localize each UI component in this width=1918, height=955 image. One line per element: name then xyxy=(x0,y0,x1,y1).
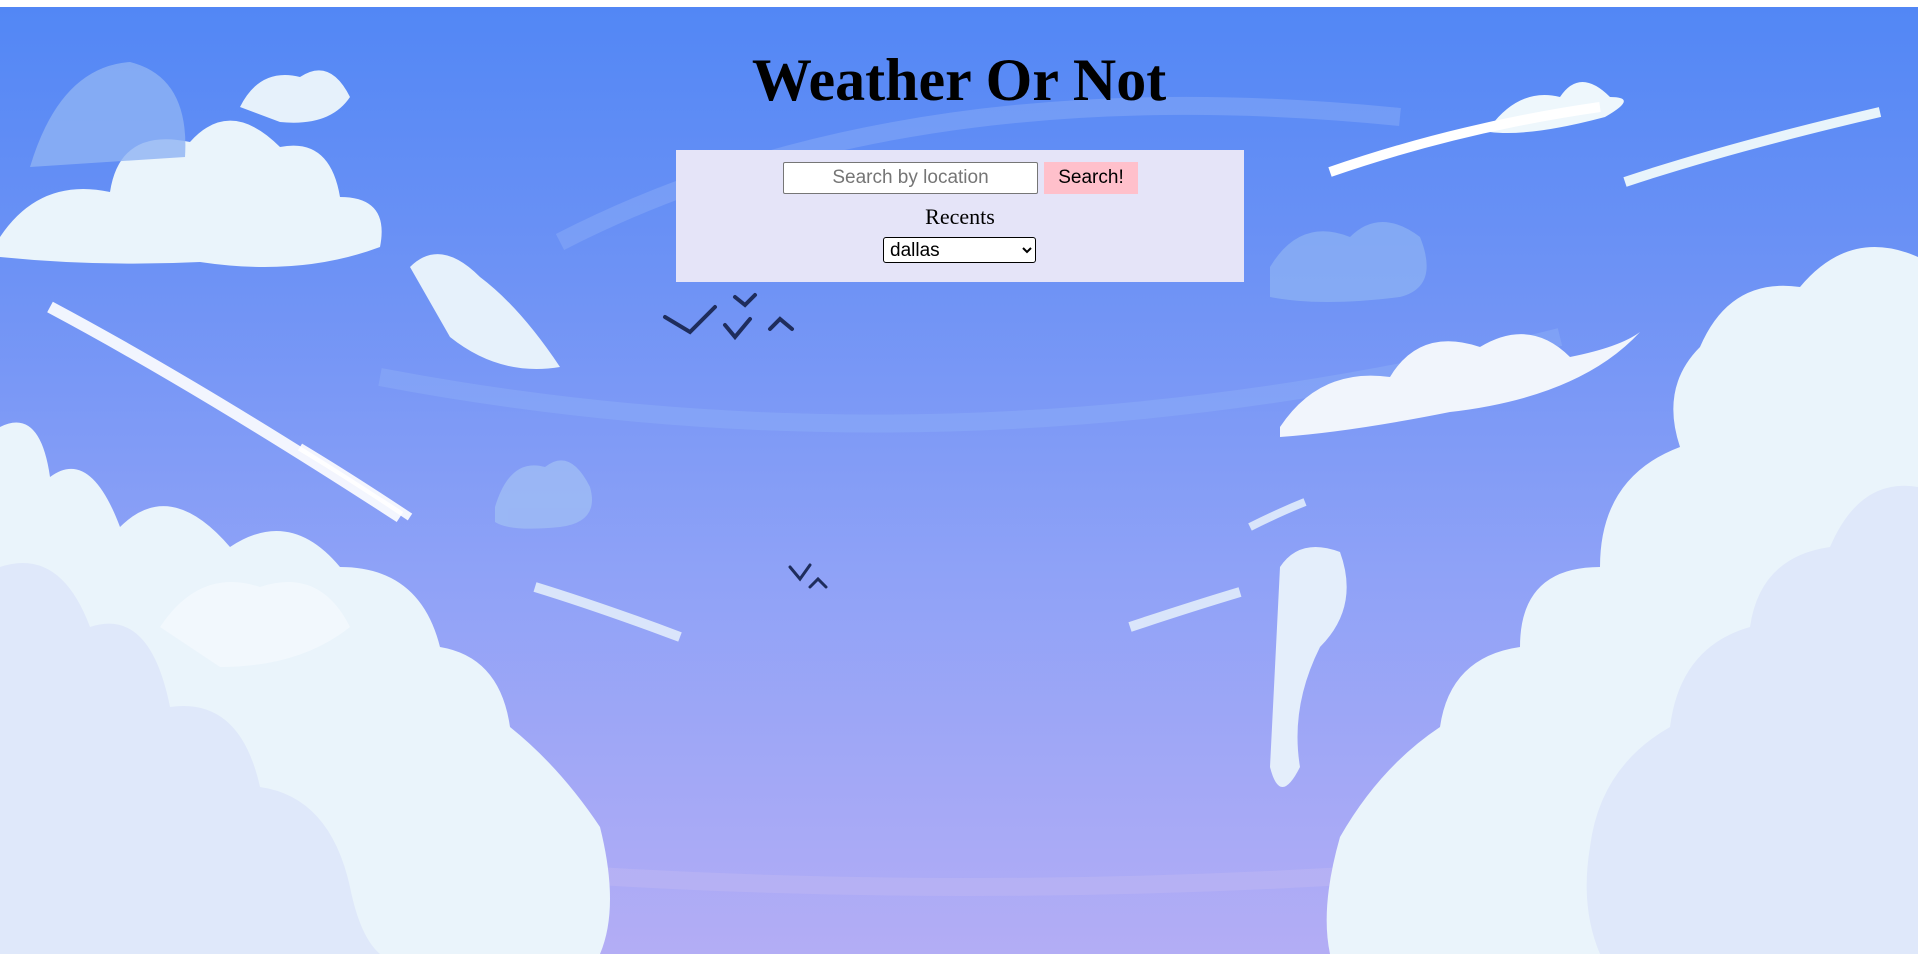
page-title: Weather Or Not xyxy=(751,47,1167,113)
cloud-cluster-top-left xyxy=(0,62,560,523)
birds xyxy=(663,293,828,589)
search-panel: Search! Recents dallas xyxy=(676,150,1244,282)
search-input[interactable] xyxy=(783,162,1038,194)
recents-select[interactable]: dallas xyxy=(883,237,1036,263)
recents-label: Recents xyxy=(925,204,995,229)
search-button[interactable]: Search! xyxy=(1044,162,1138,194)
cloud-mid xyxy=(495,460,1307,642)
